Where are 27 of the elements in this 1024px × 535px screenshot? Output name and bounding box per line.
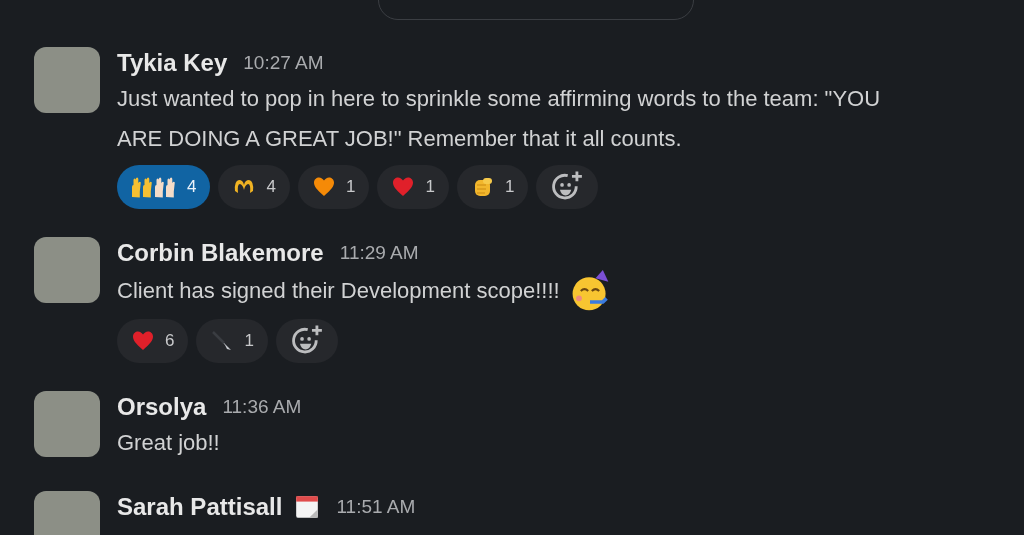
- add-reaction-button[interactable]: [536, 165, 599, 209]
- message-text: Just wanted to pop in here to sprinkle some affirming words to the team: "YOU ARE DOING A GREAT JOB!" Remember that it all counts.: [117, 85, 882, 153]
- timestamp[interactable]: 11:51 AM: [336, 496, 416, 518]
- add-reaction-button[interactable]: [275, 319, 338, 363]
- heart-icon: [391, 175, 416, 199]
- author-name[interactable]: Corbin Blakemore: [117, 239, 324, 267]
- heart-icon: [131, 329, 155, 353]
- author-name[interactable]: Orsolya: [117, 393, 207, 421]
- timestamp[interactable]: 11:29 AM: [339, 242, 419, 264]
- reaction-button[interactable]: 4: [218, 165, 290, 209]
- timestamp[interactable]: 11:36 AM: [222, 396, 302, 418]
- timestamp[interactable]: 10:27 AM: [243, 52, 324, 74]
- message-text: Great job!!: [117, 429, 220, 457]
- author-name[interactable]: Tykia Key: [117, 49, 228, 77]
- author-name[interactable]: Sarah Pattisall: [117, 493, 283, 521]
- reaction-button[interactable]: 1: [297, 165, 370, 209]
- reaction-button[interactable]: 1: [377, 165, 449, 209]
- avatar-photo-placeholder[interactable]: [34, 237, 100, 303]
- avatar-photo-placeholder[interactable]: [34, 391, 100, 457]
- heart-icon: [311, 175, 336, 199]
- avatar-photo-placeholder[interactable]: [34, 47, 100, 113]
- reaction-button[interactable]: 6: [117, 319, 189, 363]
- reaction-button[interactable]: 1: [456, 165, 529, 209]
- message-text: Client has signed their Development scope!!!!: [117, 277, 560, 305]
- reaction-button[interactable]: 4: [117, 165, 211, 209]
- reaction-button[interactable]: 1: [196, 319, 268, 363]
- raised-hands-icon: [131, 175, 177, 199]
